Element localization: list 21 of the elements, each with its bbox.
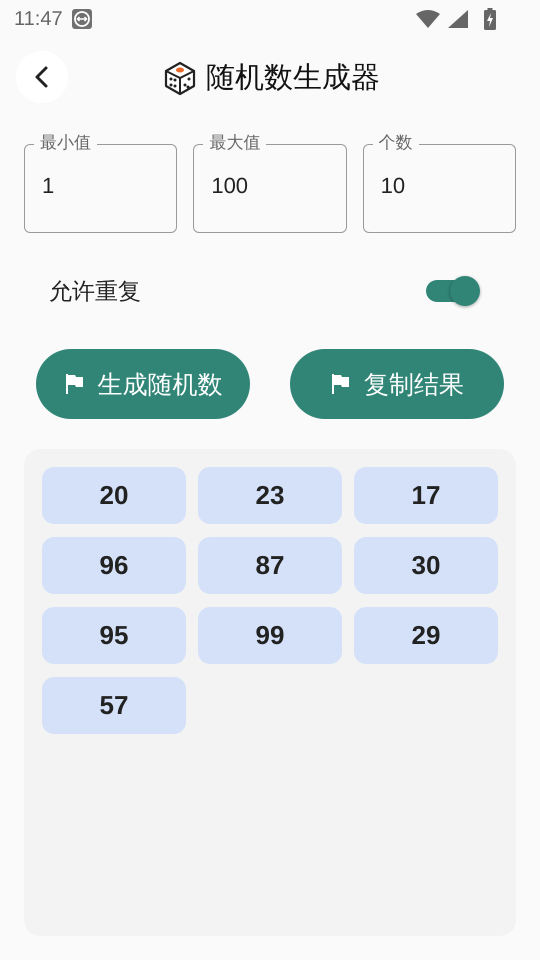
- battery-charging-icon: [484, 8, 496, 30]
- result-number: 99: [198, 607, 342, 664]
- result-number: 17: [354, 467, 498, 524]
- copy-button[interactable]: 复制结果: [290, 349, 504, 419]
- result-number: 23: [198, 467, 342, 524]
- result-number: 57: [42, 677, 186, 734]
- result-number: 29: [354, 607, 498, 664]
- result-number: 30: [354, 537, 498, 594]
- generate-button[interactable]: 生成随机数: [36, 349, 250, 419]
- wifi-icon: [416, 10, 440, 28]
- flag-icon: [330, 373, 350, 395]
- page-title: 随机数生成器: [206, 59, 380, 96]
- result-number: 95: [42, 607, 186, 664]
- signal-icon: [448, 10, 468, 28]
- flag-icon: [64, 373, 84, 395]
- allow-repeat-label: 允许重复: [49, 278, 141, 306]
- result-number: 87: [198, 537, 342, 594]
- status-time: 11:47: [14, 8, 63, 30]
- result-number: 20: [42, 467, 186, 524]
- remote-app-icon: [70, 8, 93, 30]
- result-number: 96: [42, 537, 186, 594]
